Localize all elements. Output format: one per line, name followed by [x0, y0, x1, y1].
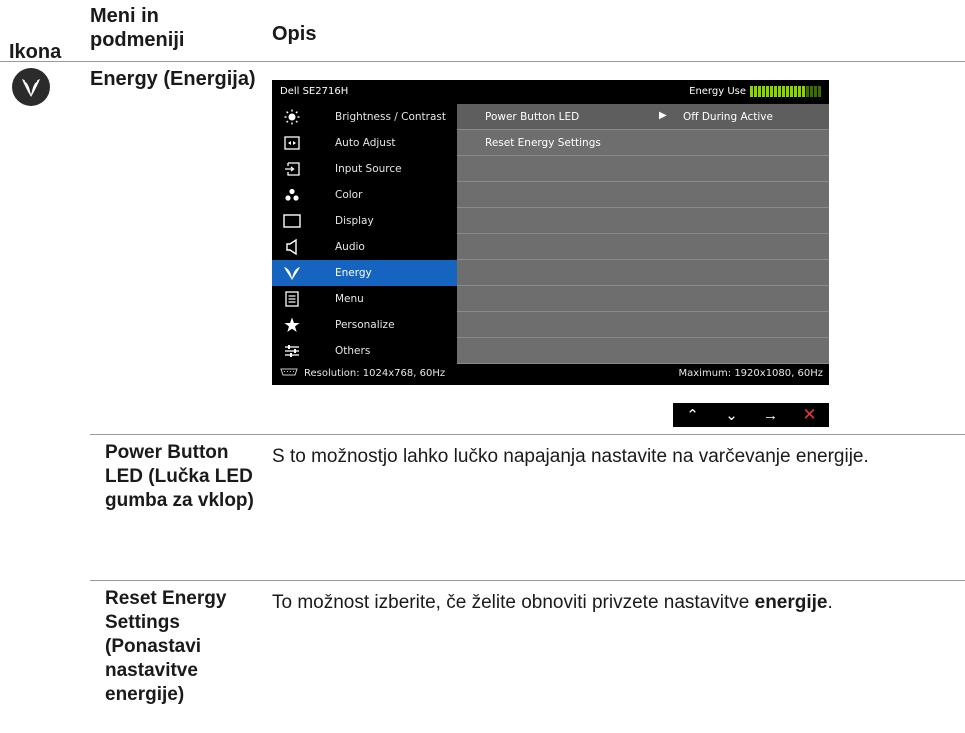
header-description: Opis [272, 23, 317, 45]
energy-use-meter: Energy Use [689, 86, 821, 97]
energy-use-bar [786, 86, 789, 97]
osd-empty-row [457, 156, 829, 182]
osd-menu-item-auto-adjust[interactable]: Auto Adjust [272, 130, 457, 156]
play-arrow-icon: ▶ [659, 110, 667, 121]
energy-use-bar [806, 86, 809, 97]
row-divider [90, 580, 965, 581]
osd-empty-row [457, 286, 829, 312]
osd-empty-row [457, 182, 829, 208]
osd-menu-item-menu[interactable]: Menu [272, 286, 457, 312]
osd-menu-item-brightness[interactable]: Brightness / Contrast [272, 104, 457, 130]
energy-use-bar [818, 86, 821, 97]
display-icon [277, 214, 307, 228]
reset-desc-text: To možnost izberite, če želite obnoviti … [272, 592, 755, 613]
others-icon [277, 344, 307, 358]
osd-row-value: Off During Active [683, 111, 773, 123]
osd-empty-row [457, 260, 829, 286]
auto-adjust-icon [277, 136, 307, 150]
energy-use-bar [758, 86, 761, 97]
osd-menu-label: Menu [335, 293, 364, 305]
osd-empty-row [457, 234, 829, 260]
close-icon[interactable]: ✕ [795, 405, 825, 425]
osd-menu-item-audio[interactable]: Audio [272, 234, 457, 260]
maximum-resolution: Maximum: 1920x1080, 60Hz [678, 368, 824, 379]
header-menu: Meni in podmeniji [90, 5, 185, 51]
energy-use-bar [782, 86, 785, 97]
osd-nav-buttons: ⌃ ⌄ → ✕ [673, 403, 829, 427]
osd-menu-label: Brightness / Contrast [335, 111, 447, 123]
osd-menu-label: Personalize [335, 319, 395, 331]
osd-empty-row [457, 312, 829, 338]
energy-use-bar [802, 86, 805, 97]
osd-row-label: Power Button LED [485, 110, 580, 123]
osd-menu-label: Color [335, 189, 363, 201]
energy-use-bar [774, 86, 777, 97]
energy-menu-name: Energy (Energija) [90, 68, 256, 90]
osd-menu-item-others[interactable]: Others [272, 338, 457, 364]
submenu-reset-energy-settings: Reset Energy Settings (Ponastavi nastavi… [105, 588, 227, 705]
menu-icon [277, 291, 307, 307]
right-icon[interactable]: → [756, 407, 786, 424]
osd-status-bar: Resolution: 1024x768, 60Hz Maximum: 1920… [272, 364, 829, 385]
energy-use-label: Energy Use [689, 86, 746, 97]
resolution-text: Resolution: 1024x768, 60Hz [304, 368, 446, 379]
leaf-icon [12, 68, 50, 106]
color-icon [277, 188, 307, 202]
osd-menu-list: Brightness / Contrast Auto Adjust Input … [272, 104, 457, 364]
connector-icon [280, 368, 298, 379]
energy-use-bar [770, 86, 773, 97]
energy-use-bar [750, 86, 753, 97]
energy-use-bar [790, 86, 793, 97]
osd-row-label: Reset Energy Settings [485, 136, 601, 149]
down-icon[interactable]: ⌄ [717, 406, 747, 424]
energy-use-bar [810, 86, 813, 97]
osd-submenu: Power Button LED ▶ Off During Active Res… [457, 104, 829, 364]
osd-menu-label: Others [335, 345, 371, 357]
energy-icon [277, 265, 307, 281]
osd-screenshot: Dell SE2716H Energy Use Brightness / Con… [272, 80, 829, 385]
header-divider [0, 61, 965, 62]
osd-title-bar: Dell SE2716H Energy Use [272, 80, 829, 104]
up-icon[interactable]: ⌃ [678, 406, 708, 424]
osd-empty-row [457, 208, 829, 234]
energy-use-bar [794, 86, 797, 97]
reset-energy-description: To možnost izberite, če želite obnoviti … [272, 591, 952, 615]
osd-menu-label: Energy [335, 267, 372, 279]
energy-use-bars [750, 86, 821, 97]
energy-use-bar [762, 86, 765, 97]
osd-menu-item-input-source[interactable]: Input Source [272, 156, 457, 182]
osd-menu-item-energy[interactable]: Energy [272, 260, 457, 286]
reset-desc-emphasis: energije [754, 592, 828, 613]
audio-icon [277, 239, 307, 255]
section-divider [90, 434, 965, 435]
energy-use-bar [754, 86, 757, 97]
osd-menu-item-color[interactable]: Color [272, 182, 457, 208]
energy-use-bar [766, 86, 769, 97]
osd-row-power-button-led[interactable]: Power Button LED ▶ Off During Active [457, 104, 829, 130]
osd-menu-item-display[interactable]: Display [272, 208, 457, 234]
energy-use-bar [778, 86, 781, 97]
input-source-icon [277, 162, 307, 176]
power-button-led-description: S to možnostjo lahko lučko napajanja nas… [272, 446, 869, 467]
osd-model: Dell SE2716H [280, 86, 349, 97]
reset-desc-end: . [827, 592, 833, 613]
energy-use-bar [798, 86, 801, 97]
osd-empty-row [457, 338, 829, 364]
osd-menu-item-personalize[interactable]: Personalize [272, 312, 457, 338]
osd-row-reset-energy[interactable]: Reset Energy Settings [457, 130, 829, 156]
resolution-status: Resolution: 1024x768, 60Hz [280, 368, 445, 379]
osd-menu-label: Auto Adjust [335, 137, 396, 149]
submenu-power-button-led: Power Button LED (Lučka LED gumba za vkl… [105, 442, 254, 511]
osd-menu-label: Audio [335, 241, 365, 253]
osd-menu-label: Input Source [335, 163, 402, 175]
brightness-icon [277, 109, 307, 125]
star-icon [277, 317, 307, 333]
osd-menu-label: Display [335, 215, 374, 227]
energy-use-bar [814, 86, 817, 97]
